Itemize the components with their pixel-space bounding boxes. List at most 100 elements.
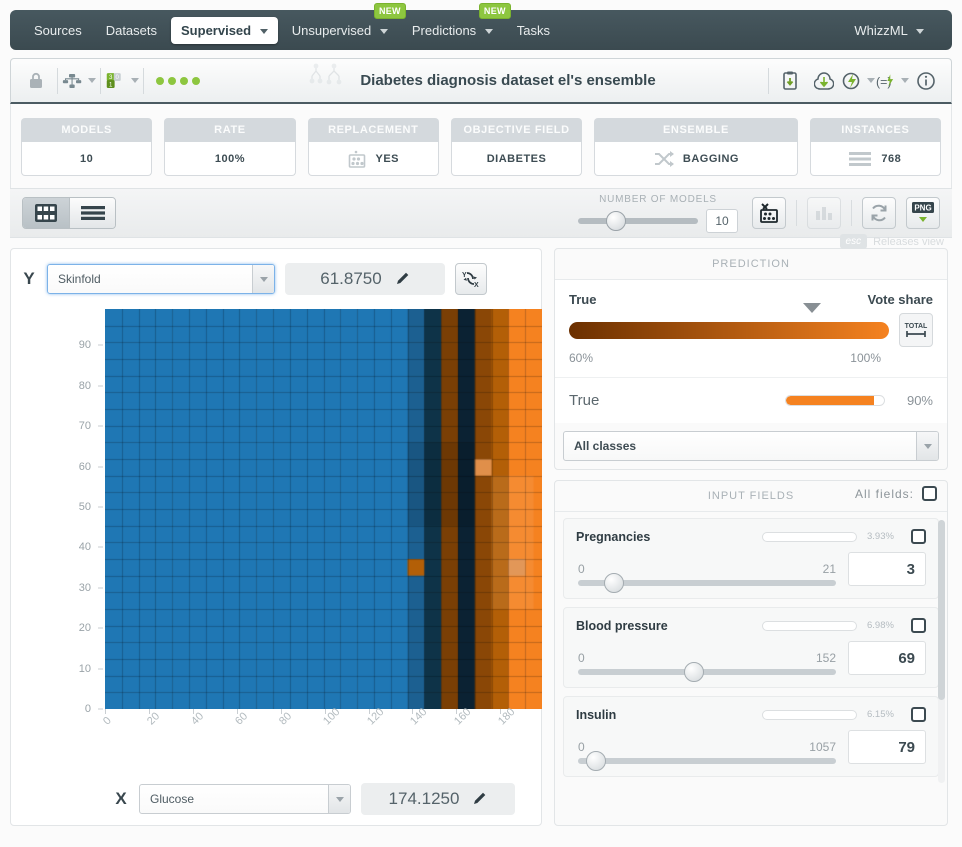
bar-chart-icon[interactable] (807, 197, 841, 229)
total-toggle-button[interactable]: TOTAL (899, 313, 933, 347)
input-fields-title-text: INPUT FIELDS (707, 490, 795, 502)
view-toolbar: NUMBER OF MODELS 10 PNG (10, 188, 952, 238)
field-value-input[interactable]: 3 (848, 552, 926, 586)
models-slider-knob[interactable] (606, 210, 626, 231)
flash-actions-icon[interactable] (841, 64, 875, 98)
field-slider-knob[interactable] (586, 751, 607, 771)
y-tick-label: 10 (78, 662, 91, 675)
x-tick-label: 0 (101, 714, 114, 728)
x-value-box[interactable]: 174.1250 (361, 783, 515, 815)
sampling-bucket-icon[interactable] (752, 197, 786, 229)
nav-item-unsupervised[interactable]: Unsupervised NEW (282, 2, 406, 44)
chevron-down-icon (131, 78, 139, 83)
status-dot (192, 76, 200, 85)
swap-axes-icon[interactable]: YX (455, 263, 487, 295)
field-slider-track[interactable] (578, 662, 836, 682)
status-dots (156, 76, 200, 85)
field-range: 0 152 (576, 651, 838, 669)
y-tick-mark (98, 466, 103, 468)
chevron-down-icon (916, 28, 924, 34)
field-range: 0 1057 (576, 740, 838, 758)
x-tick-label: 40 (188, 710, 206, 728)
y-tick-label: 40 (78, 541, 91, 554)
y-tick-label: 70 (78, 420, 91, 433)
fields-count-icon[interactable]: 301 (105, 64, 139, 98)
y-tick-mark (98, 627, 103, 629)
field-value-input[interactable]: 69 (848, 641, 926, 675)
fields-scrollbar-thumb[interactable] (938, 520, 945, 700)
chevron-down-icon (866, 78, 875, 83)
cloud-download-icon[interactable] (807, 64, 841, 98)
field-slider-knob[interactable] (604, 573, 625, 593)
y-tick-label: 20 (78, 622, 91, 635)
input-fields-list[interactable]: Pregnancies 3.93% 0 21 3 Blood pressure 6.98% 0… (555, 512, 947, 791)
chevron-down-icon[interactable] (252, 265, 274, 293)
models-count-input[interactable]: 10 (706, 208, 738, 233)
field-checkbox[interactable] (911, 707, 926, 722)
y-field-value: Skinfold (58, 272, 101, 286)
y-tick-label: 30 (78, 581, 91, 594)
metric-value: 10 (80, 152, 94, 165)
script-actions-icon[interactable]: (=) (875, 64, 909, 98)
divider (57, 67, 58, 94)
field-checkbox[interactable] (911, 618, 926, 633)
lock-icon[interactable] (19, 64, 53, 98)
chart-panel: Y Skinfold 61.8750 YX 0 10 20 30 40 50 60 70 80 9… (10, 248, 542, 826)
pencil-icon[interactable] (396, 271, 410, 288)
new-badge: NEW (373, 2, 406, 19)
clipboard-download-icon[interactable] (773, 64, 807, 98)
y-tick-mark (98, 708, 103, 710)
models-slider-label: NUMBER OF MODELS (599, 193, 717, 205)
class-filter-select[interactable]: All classes (563, 431, 939, 461)
pencil-icon[interactable] (473, 791, 487, 808)
prediction-heatmap[interactable] (105, 309, 542, 709)
x-value: 174.1250 (388, 789, 460, 808)
field-slider-wrap: 0 152 (576, 651, 838, 682)
metric-label: INSTANCES (809, 118, 941, 142)
grid-view-icon[interactable] (23, 198, 69, 228)
field-slider-track[interactable] (578, 573, 836, 593)
field-slider-knob[interactable] (684, 662, 705, 682)
metric-replacement: REPLACEMENT YES (307, 118, 439, 176)
svg-text:Y: Y (462, 272, 467, 279)
chevron-down-icon[interactable] (328, 785, 350, 813)
chevron-down-icon[interactable] (916, 432, 938, 460)
all-fields-toggle[interactable]: All fields: (855, 486, 937, 501)
nav-item-whizzml[interactable]: WhizzML (844, 17, 934, 44)
y-axis-letter: Y (23, 269, 35, 288)
field-slider-track[interactable] (578, 751, 836, 771)
png-download-icon[interactable]: PNG (906, 197, 940, 229)
y-value-box[interactable]: 61.8750 (285, 263, 445, 295)
x-field-select[interactable]: Glucose (139, 784, 351, 814)
status-dot (156, 76, 164, 85)
vote-share-gradient-wrap: TOTAL (569, 303, 933, 347)
ensemble-icon (308, 63, 352, 98)
y-field-select[interactable]: Skinfold (47, 264, 275, 294)
tree-network-icon[interactable] (62, 64, 96, 98)
field-value-input[interactable]: 79 (848, 730, 926, 764)
field-importance-bar (762, 531, 857, 542)
nav-item-datasets[interactable]: Datasets (96, 17, 167, 44)
status-dot (168, 76, 176, 85)
x-field-value: Glucose (150, 792, 195, 806)
refresh-icon[interactable] (862, 197, 896, 229)
metric-value: DIABETES (486, 152, 547, 165)
field-checkbox[interactable] (911, 529, 926, 544)
nav-item-predictions[interactable]: Predictions NEW (402, 2, 511, 44)
metric-ensemble: ENSEMBLE BAGGING (594, 118, 798, 176)
field-name: Blood pressure (576, 618, 668, 633)
nav-item-sources[interactable]: Sources (24, 17, 92, 44)
all-fields-checkbox[interactable] (922, 486, 937, 501)
nav-item-supervised[interactable]: Supervised (171, 16, 278, 44)
top-navigation-bar: Sources Datasets Supervised Unsupervised… (10, 2, 952, 50)
field-slider-row: 0 1057 79 (576, 730, 926, 771)
divider (851, 200, 852, 226)
models-slider-row: 10 (578, 208, 738, 233)
nav-item-tasks[interactable]: Tasks (507, 17, 560, 44)
list-view-icon[interactable] (69, 198, 115, 228)
info-icon[interactable] (909, 64, 943, 98)
y-tick-mark (98, 546, 103, 548)
models-slider-track[interactable] (578, 210, 698, 231)
main-content: esc Releases view Y Skinfold 61.8750 YX (10, 234, 952, 826)
metric-objective-field: OBJECTIVE FIELD DIABETES (450, 118, 583, 176)
